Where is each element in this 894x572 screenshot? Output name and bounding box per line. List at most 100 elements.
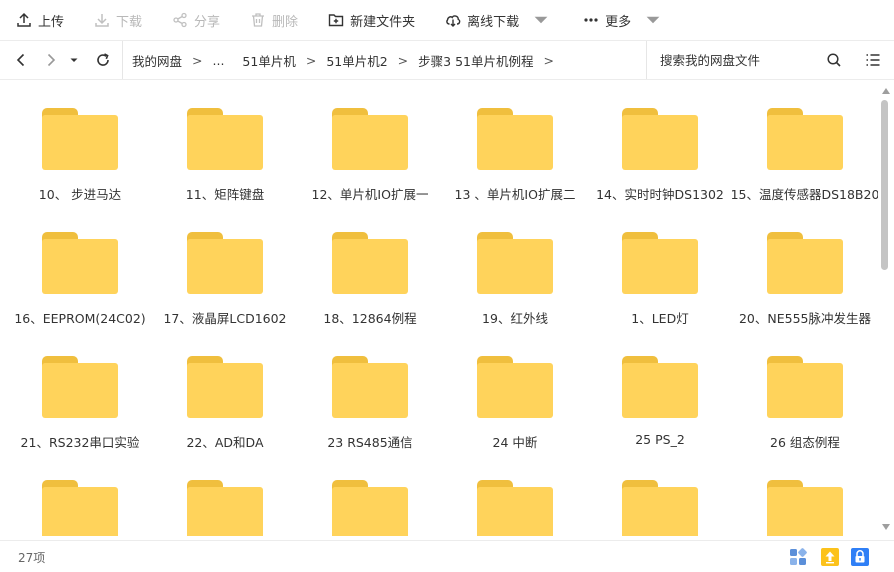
- folder-item[interactable]: 21、RS232串口实验: [0, 329, 145, 450]
- folder-icon: [187, 108, 263, 170]
- folder-icon: [767, 480, 843, 536]
- scroll-down-icon[interactable]: [882, 524, 890, 530]
- folder-item[interactable]: 16、EEPROM(24C02): [0, 205, 146, 326]
- folder-name: 15、温度传感器DS18B20: [730, 187, 878, 202]
- folder-item[interactable]: 1、LED灯: [580, 205, 725, 326]
- new-folder-button[interactable]: 新建文件夹: [328, 0, 415, 40]
- folder-item[interactable]: 18、12864例程: [290, 205, 435, 326]
- share-label: 分享: [194, 14, 221, 30]
- breadcrumb-separator: >: [305, 52, 317, 68]
- scrollbar-thumb[interactable]: [881, 100, 888, 270]
- caret-down-icon[interactable]: [645, 12, 661, 28]
- folder-icon: [187, 356, 263, 418]
- folder-item[interactable]: 24 中断: [435, 329, 580, 450]
- breadcrumb-item-51-2[interactable]: 51单片机2: [326, 51, 387, 70]
- upload-button[interactable]: 上传: [16, 0, 64, 40]
- folder-item[interactable]: 19、红外线: [435, 205, 580, 326]
- folder-item[interactable]: 26 组态例程: [725, 329, 870, 450]
- cloud-download-icon: [446, 15, 461, 27]
- folder-item[interactable]: 22、AD和DA: [145, 329, 290, 450]
- breadcrumb-ellipsis[interactable]: ...: [213, 53, 225, 68]
- folder-name: 11、矩阵键盘: [185, 187, 265, 202]
- folder-name: 19、红外线: [482, 311, 548, 326]
- apps-grid-icon[interactable]: [789, 548, 807, 566]
- upload-label: 上传: [38, 14, 65, 30]
- folder-name: 22、AD和DA: [186, 435, 264, 450]
- toolbar: 上传 下载 分享 删除 新建文件夹 离线下载 更多: [0, 0, 894, 40]
- folder-item[interactable]: 11、矩阵键盘: [145, 81, 290, 202]
- folder-name: 16、EEPROM(24C02): [14, 311, 146, 326]
- more-label: 更多: [605, 14, 632, 30]
- more-button[interactable]: 更多: [583, 0, 667, 40]
- folder-name: 13 、单片机IO扩展二: [454, 187, 576, 202]
- trash-icon: [252, 13, 265, 27]
- scroll-up-icon[interactable]: [882, 88, 890, 94]
- folder-icon: [187, 232, 263, 294]
- folder-icon: [42, 232, 118, 294]
- breadcrumb-separator: >: [192, 52, 203, 68]
- folder-icon: [622, 356, 698, 418]
- history-caret-down-icon[interactable]: [68, 52, 80, 68]
- breadcrumb-separator: >: [397, 52, 409, 68]
- search-input[interactable]: [660, 52, 810, 68]
- folder-name: 21、RS232串口实验: [20, 435, 140, 450]
- folder-item[interactable]: 10、 步进马达: [0, 81, 145, 202]
- folder-name: 10、 步进马达: [38, 187, 122, 202]
- item-count: 27项: [18, 551, 46, 565]
- folder-icon: [332, 356, 408, 418]
- folder-name: 14、实时时钟DS1302: [596, 187, 724, 202]
- folder-item[interactable]: 13 、单片机IO扩展二: [435, 81, 580, 202]
- folder-item[interactable]: [145, 453, 290, 536]
- folder-item[interactable]: 14、实时时钟DS1302: [580, 81, 725, 202]
- folder-item[interactable]: 23 RS485通信: [290, 329, 435, 450]
- folder-name: 25 PS_2: [635, 432, 685, 447]
- folder-item[interactable]: [0, 453, 145, 536]
- folder-icon: [42, 108, 118, 170]
- breadcrumb-item-51[interactable]: 51单片机: [242, 51, 295, 70]
- list-view-icon[interactable]: [865, 52, 881, 68]
- folder-icon: [477, 232, 553, 294]
- folder-item[interactable]: 17、液晶屏LCD1602: [145, 205, 290, 326]
- share-icon: [173, 12, 187, 28]
- navigation-bar: 我的网盘 > ... 51单片机 > 51单片机2 > 步骤3 51单片机例程 …: [0, 40, 894, 80]
- upload-icon: [17, 12, 31, 27]
- folder-item[interactable]: [290, 453, 435, 536]
- folder-name: 20、NE555脉冲发生器: [738, 311, 871, 326]
- file-grid: 10、 步进马达 11、矩阵键盘 12、单片机IO扩展一 13 、单片机IO扩展二 14…: [0, 81, 878, 536]
- folder-icon: [477, 108, 553, 170]
- delete-label: 删除: [272, 14, 299, 30]
- new-folder-label: 新建文件夹: [350, 14, 416, 30]
- search-icon[interactable]: [826, 52, 842, 68]
- folder-icon: [477, 480, 553, 536]
- download-button[interactable]: 下载: [94, 0, 142, 40]
- folder-name: 18、12864例程: [323, 311, 417, 326]
- folder-icon: [767, 356, 843, 418]
- folder-icon: [767, 108, 843, 170]
- delete-button[interactable]: 删除: [250, 0, 298, 40]
- folder-icon: [477, 356, 553, 418]
- folder-item[interactable]: [725, 453, 870, 536]
- folder-icon: [622, 480, 698, 536]
- forward-arrow-icon[interactable]: [43, 52, 59, 68]
- folder-item[interactable]: 12、单片机IO扩展一: [290, 81, 435, 202]
- folder-item[interactable]: [435, 453, 580, 536]
- breadcrumb-item-step3[interactable]: 步骤3 51单片机例程: [418, 51, 533, 70]
- folder-icon: [767, 232, 843, 294]
- folder-icon: [187, 480, 263, 536]
- folder-name: 23 RS485通信: [327, 435, 413, 450]
- folder-item[interactable]: 25 PS_2: [580, 329, 725, 447]
- status-bar: 27项: [0, 540, 894, 572]
- lock-icon[interactable]: [851, 548, 869, 566]
- upload-queue-icon[interactable]: [821, 548, 839, 566]
- share-button[interactable]: 分享: [172, 0, 220, 40]
- folder-icon: [42, 356, 118, 418]
- folder-item[interactable]: 20、NE555脉冲发生器: [725, 205, 871, 326]
- back-arrow-icon[interactable]: [13, 52, 29, 68]
- offline-download-button[interactable]: 离线下载: [445, 0, 555, 40]
- caret-down-icon[interactable]: [533, 12, 549, 28]
- refresh-icon[interactable]: [95, 52, 111, 68]
- folder-item[interactable]: [580, 453, 725, 536]
- download-label: 下载: [116, 14, 143, 30]
- folder-item[interactable]: 15、温度传感器DS18B20: [725, 81, 878, 202]
- breadcrumb-root[interactable]: 我的网盘: [132, 51, 182, 70]
